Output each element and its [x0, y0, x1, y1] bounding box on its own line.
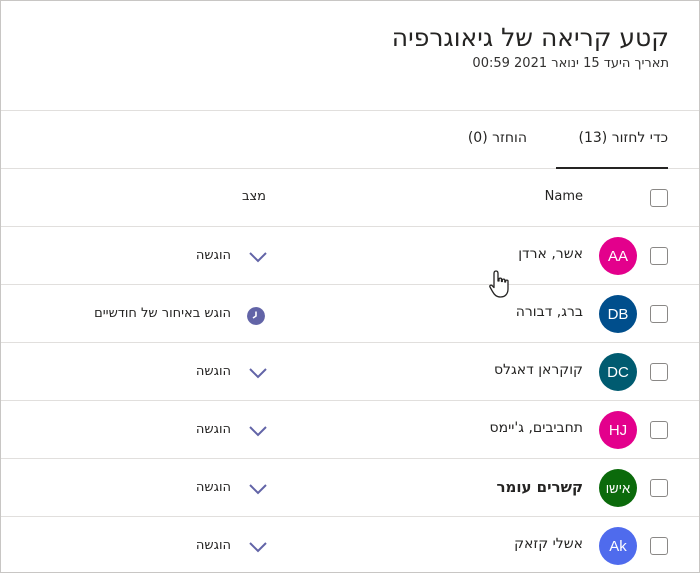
chevron-down-icon[interactable]: [247, 366, 269, 380]
avatar: DC: [599, 353, 637, 391]
student-name[interactable]: קשרים עומר: [496, 478, 583, 496]
column-header-name[interactable]: Name: [545, 189, 583, 204]
student-row[interactable]: DB ברג, דבורה הוגש באיחור של חודשיים: [1, 285, 699, 343]
assignment-header: קטע קריאה של גיאוגרפיה תאריך היעד 15 ינו…: [1, 1, 699, 111]
select-all-checkbox[interactable]: [650, 189, 668, 207]
submission-status: הוגשה: [195, 248, 231, 263]
submission-status: הוגשה: [195, 480, 231, 495]
tab-to-return[interactable]: כדי לחזור (13): [578, 130, 668, 146]
student-name[interactable]: ברג, דבורה: [516, 304, 583, 320]
tab-bar: כדי לחזור (13) הוחזר (0): [1, 111, 699, 169]
submission-status: הוגשה: [195, 538, 231, 553]
chevron-down-icon[interactable]: [247, 250, 269, 264]
row-checkbox[interactable]: [650, 363, 668, 381]
row-checkbox[interactable]: [650, 421, 668, 439]
assignment-title: קטע קריאה של גיאוגרפיה: [391, 23, 669, 52]
row-checkbox[interactable]: [650, 247, 668, 265]
avatar: DB: [599, 295, 637, 333]
chevron-down-icon[interactable]: [247, 424, 269, 438]
row-checkbox[interactable]: [650, 537, 668, 555]
student-row[interactable]: Ak אשלי קזאק הוגשה: [1, 517, 699, 572]
student-name[interactable]: אשלי קזאק: [514, 536, 583, 552]
column-header-status[interactable]: מצב: [242, 189, 266, 204]
student-row[interactable]: HJ תחביבים, ג'יימס הוגשה: [1, 401, 699, 459]
row-checkbox[interactable]: [650, 479, 668, 497]
student-row[interactable]: אישו קשרים עומר הוגשה: [1, 459, 699, 517]
submission-status: הוגשה: [195, 364, 231, 379]
avatar: Ak: [599, 527, 637, 565]
row-checkbox[interactable]: [650, 305, 668, 323]
late-clock-icon: [247, 307, 265, 325]
column-header-row: Name מצב: [1, 169, 699, 227]
student-name[interactable]: קוקראן דאגלס: [494, 362, 583, 378]
chevron-down-icon[interactable]: [247, 540, 269, 554]
avatar: AA: [599, 237, 637, 275]
tab-returned[interactable]: הוחזר (0): [468, 130, 527, 146]
student-name[interactable]: אשר, ארדן: [518, 246, 583, 262]
avatar: אישו: [599, 469, 637, 507]
student-row[interactable]: DC קוקראן דאגלס הוגשה: [1, 343, 699, 401]
hand-cursor-icon: [489, 270, 509, 298]
submission-status: הוגש באיחור של חודשיים: [94, 306, 231, 321]
assignment-review-panel: קטע קריאה של גיאוגרפיה תאריך היעד 15 ינו…: [0, 0, 700, 573]
avatar: HJ: [599, 411, 637, 449]
student-row[interactable]: AA אשר, ארדן הוגשה: [1, 227, 699, 285]
student-name[interactable]: תחביבים, ג'יימס: [490, 420, 583, 436]
chevron-down-icon[interactable]: [247, 482, 269, 496]
submission-status: הוגשה: [195, 422, 231, 437]
due-date: תאריך היעד 15 ינואר 2021 00:59: [472, 56, 669, 71]
